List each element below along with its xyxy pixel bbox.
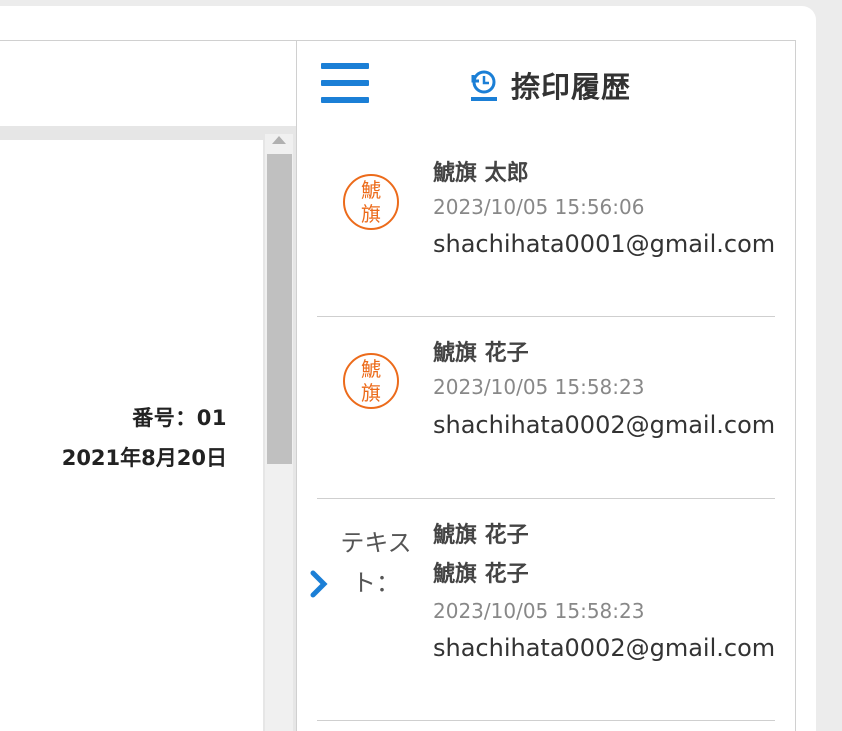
document-page: 番号：01 2021年8月20日 bbox=[0, 140, 263, 731]
chevron-right-icon[interactable] bbox=[307, 569, 331, 599]
signer-email: shachihata0002@gmail.com bbox=[433, 634, 776, 662]
panel-header: 捺印履歴 bbox=[469, 65, 631, 105]
stamp-seal: 鯱旗 bbox=[343, 353, 399, 409]
text-stamp-value: 鯱旗 花子 bbox=[433, 523, 529, 548]
history-entry[interactable]: 鯱旗 鯱旗 太郎 2023/10/05 15:56:06 shachihata0… bbox=[317, 139, 775, 317]
stamp-timestamp: 2023/10/05 15:56:06 bbox=[433, 195, 645, 219]
history-entry[interactable]: 鯱旗 鯱旗 花子 2023/10/05 15:58:23 shachihata0… bbox=[317, 317, 775, 499]
app-window: 番号：01 2021年8月20日 捺印履歴 鯱旗 鯱旗 太郎 2023/10/0… bbox=[0, 6, 816, 731]
signer-email: shachihata0001@gmail.com bbox=[433, 230, 776, 258]
stamp-history-panel: 捺印履歴 鯱旗 鯱旗 太郎 2023/10/05 15:56:06 shachi… bbox=[296, 40, 796, 731]
scroll-up-arrow-icon[interactable] bbox=[272, 136, 286, 144]
panel-title: 捺印履歴 bbox=[511, 70, 632, 104]
stamp-timestamp: 2023/10/05 15:58:23 bbox=[433, 375, 645, 399]
signer-name: 鯱旗 花子 bbox=[433, 562, 529, 587]
scrollbar-thumb[interactable] bbox=[267, 154, 292, 464]
history-icon bbox=[471, 70, 497, 101]
document-viewer[interactable]: 番号：01 2021年8月20日 bbox=[0, 126, 296, 731]
signer-name: 鯱旗 花子 bbox=[433, 341, 529, 366]
document-number: 番号：01 bbox=[132, 406, 227, 430]
stamp-seal: 鯱旗 bbox=[343, 174, 399, 230]
document-date: 2021年8月20日 bbox=[61, 446, 227, 470]
text-stamp-label: テキスト： bbox=[340, 529, 412, 597]
signer-name: 鯱旗 太郎 bbox=[433, 161, 529, 186]
signer-email: shachihata0002@gmail.com bbox=[433, 411, 776, 439]
hamburger-menu-icon[interactable] bbox=[321, 63, 371, 105]
stamp-timestamp: 2023/10/05 15:58:23 bbox=[433, 599, 645, 623]
history-entry[interactable]: テキスト： 鯱旗 花子 鯱旗 花子 2023/10/05 15:58:23 sh… bbox=[317, 499, 775, 721]
